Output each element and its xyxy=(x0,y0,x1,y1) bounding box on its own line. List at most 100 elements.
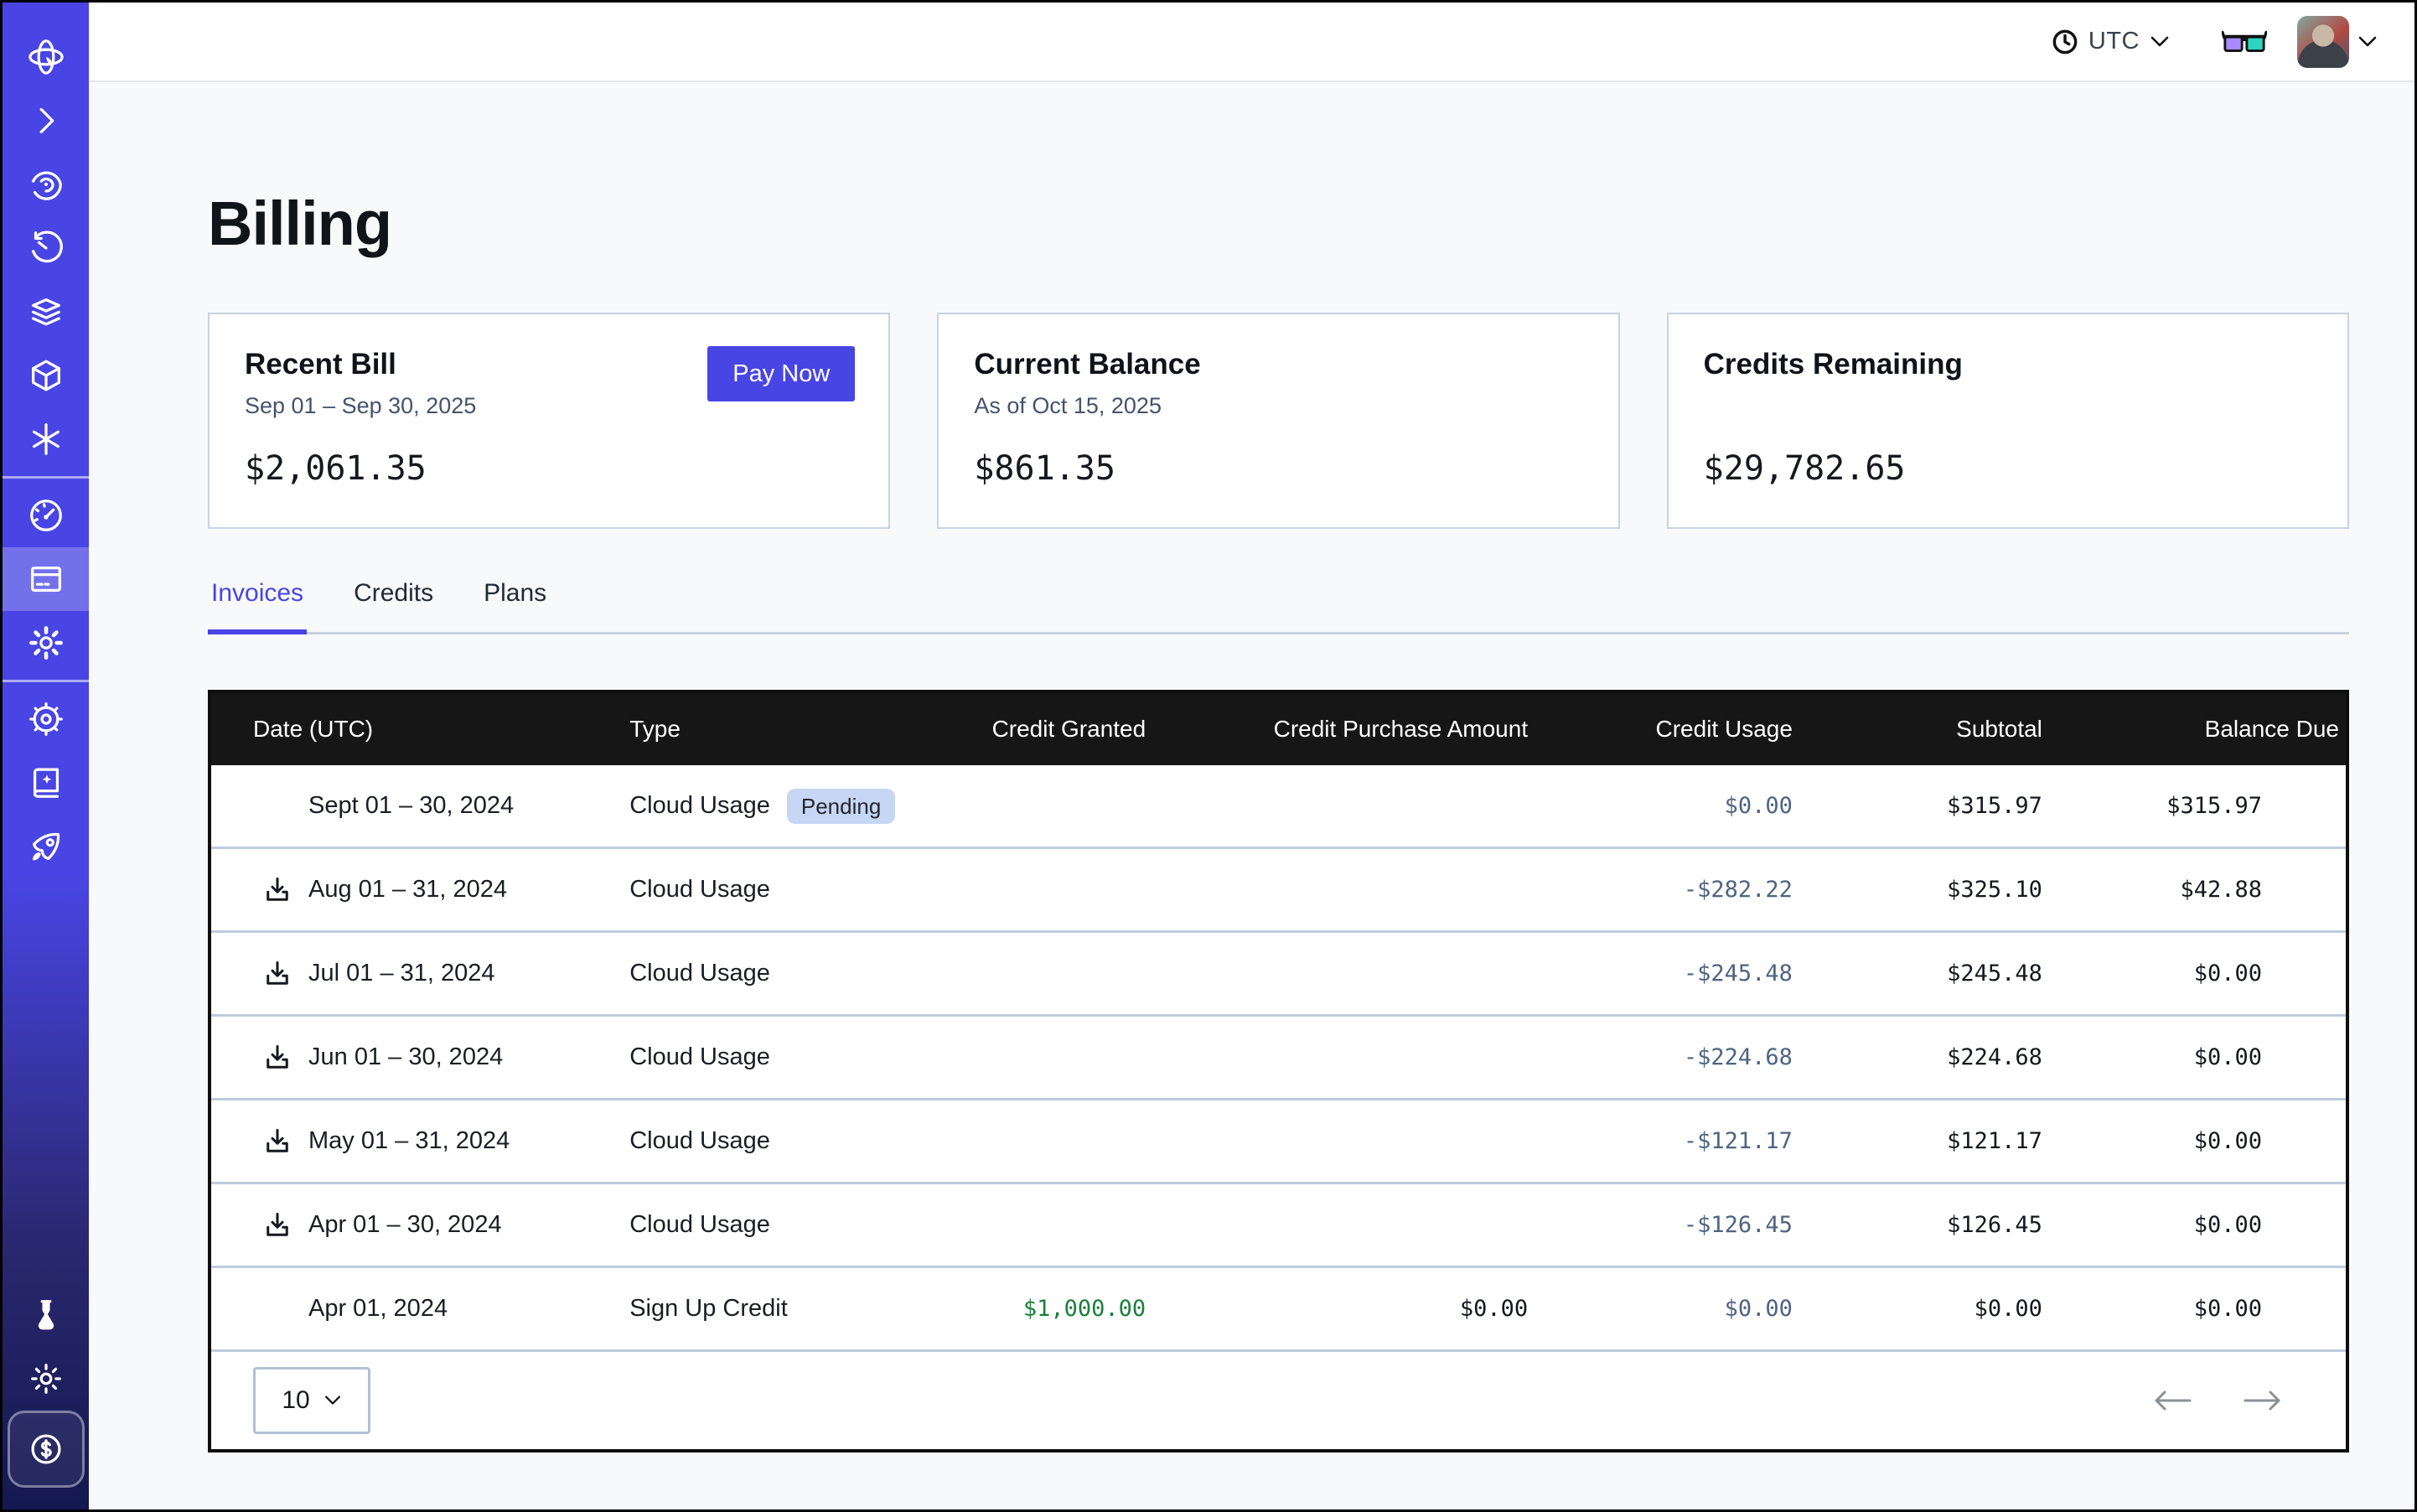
credit-purchase-value: $0.00 xyxy=(1152,1267,1535,1350)
sidebar-item-usage[interactable] xyxy=(3,484,89,547)
rocket-icon xyxy=(27,827,65,866)
table-row: Apr 01, 2024Sign Up Credit$1,000.00$0.00… xyxy=(211,1267,2346,1350)
column-header: Subtotal xyxy=(1799,693,2049,765)
sidebar-item-settings[interactable] xyxy=(3,611,89,675)
sidebar xyxy=(3,3,89,1509)
column-header: Credit Purchase Amount xyxy=(1152,693,1535,765)
card-amount: $861.35 xyxy=(974,449,1582,488)
recent-bill-card: Recent Bill Sep 01 – Sep 30, 2025 $2,061… xyxy=(208,313,890,529)
summary-cards: Recent Bill Sep 01 – Sep 30, 2025 $2,061… xyxy=(208,313,2349,529)
sidebar-item-expand[interactable] xyxy=(3,89,89,153)
credit-purchase-value xyxy=(1152,1100,1535,1183)
balance-due-value: $42.88 xyxy=(2049,848,2346,932)
invoice-date: Jun 01 – 30, 2024 xyxy=(308,1043,503,1071)
sidebar-item-labs[interactable] xyxy=(3,1283,89,1347)
timezone-label: UTC xyxy=(2088,28,2140,55)
app-logo[interactable] xyxy=(3,25,89,89)
subtotal-value: $245.48 xyxy=(1799,932,2049,1016)
gear-icon xyxy=(27,624,65,662)
invoice-type: Cloud Usage xyxy=(629,792,770,820)
invoice-type: Sign Up Credit xyxy=(629,1295,788,1323)
sidebar-item-deploy[interactable] xyxy=(3,344,89,407)
balance-due-value: $0.00 xyxy=(2049,932,2346,1016)
card-amount: $29,782.65 xyxy=(1704,449,2312,488)
invoice-date: Jul 01 – 31, 2024 xyxy=(308,960,495,987)
credit-granted-value xyxy=(918,848,1152,932)
credit-usage-value: -$245.48 xyxy=(1535,932,1799,1016)
sun-icon xyxy=(27,1359,65,1398)
sidebar-item-observe[interactable] xyxy=(3,153,89,216)
billing-card-icon xyxy=(27,560,65,598)
tab-invoices[interactable]: Invoices xyxy=(208,579,307,634)
table-row: May 01 – 31, 2024Cloud Usage-$121.17$121… xyxy=(211,1100,2346,1183)
sidebar-item-getting-started[interactable] xyxy=(3,815,89,878)
credit-purchase-value xyxy=(1152,848,1535,932)
column-header: Credit Granted xyxy=(918,693,1152,765)
invoice-type: Cloud Usage xyxy=(629,1043,770,1071)
pay-now-button[interactable]: Pay Now xyxy=(707,346,855,401)
app-window: UTC Billing Recent xyxy=(0,0,2417,1512)
tab-plans[interactable]: Plans xyxy=(480,579,550,634)
download-icon xyxy=(262,1126,292,1157)
download-invoice-button[interactable] xyxy=(260,956,295,992)
chevron-down-icon xyxy=(2150,35,2170,49)
sidebar-item-functions[interactable] xyxy=(3,407,89,471)
spiral-icon xyxy=(27,165,65,204)
invoice-date: Sept 01 – 30, 2024 xyxy=(308,792,514,820)
avatar xyxy=(2297,16,2349,68)
page-size-value: 10 xyxy=(282,1386,309,1415)
invoice-type: Cloud Usage xyxy=(629,876,770,904)
credit-usage-value: $0.00 xyxy=(1535,765,1799,848)
sidebar-item-rewards[interactable] xyxy=(8,1411,85,1488)
next-page-button[interactable] xyxy=(2244,1387,2282,1414)
download-invoice-button[interactable] xyxy=(260,1040,295,1075)
asterisk-icon xyxy=(27,420,65,458)
flask-icon xyxy=(27,1296,65,1334)
glasses-icon[interactable] xyxy=(2222,28,2267,56)
page-size-select[interactable]: 10 xyxy=(253,1367,370,1434)
invoice-date: Apr 01, 2024 xyxy=(308,1295,448,1323)
card-amount: $2,061.35 xyxy=(245,449,853,488)
invoice-date: Aug 01 – 31, 2024 xyxy=(308,876,507,904)
timezone-selector[interactable]: UTC xyxy=(2052,28,2170,55)
sidebar-item-layers[interactable] xyxy=(3,280,89,344)
chevron-right-icon xyxy=(27,101,65,140)
main-area: UTC Billing Recent xyxy=(89,3,2414,1509)
credit-purchase-value xyxy=(1152,932,1535,1016)
download-icon xyxy=(262,959,292,989)
prev-page-button[interactable] xyxy=(2153,1387,2192,1414)
column-header: Date (UTC) xyxy=(211,693,629,765)
credit-purchase-value xyxy=(1152,1183,1535,1267)
sidebar-item-history[interactable] xyxy=(3,216,89,280)
column-header: Type xyxy=(629,693,918,765)
download-invoice-button[interactable] xyxy=(260,1208,295,1243)
card-subtitle: As of Oct 15, 2025 xyxy=(974,393,1582,421)
pagination-bar: 10 xyxy=(211,1349,2346,1449)
current-balance-card: Current Balance As of Oct 15, 2025 $861.… xyxy=(937,313,1619,529)
column-header: Balance Due xyxy=(2049,693,2346,765)
credit-usage-value: -$282.22 xyxy=(1535,848,1799,932)
sidebar-item-docs[interactable] xyxy=(3,751,89,815)
logo-orbit-icon xyxy=(27,38,65,76)
invoice-date: May 01 – 31, 2024 xyxy=(308,1127,510,1155)
sidebar-item-billing[interactable] xyxy=(3,547,89,611)
subtotal-value: $121.17 xyxy=(1799,1100,2049,1183)
download-invoice-button[interactable] xyxy=(260,1124,295,1159)
download-invoice-button[interactable] xyxy=(260,873,295,908)
user-menu[interactable] xyxy=(2297,16,2378,68)
table-row: Sept 01 – 30, 2024Cloud UsagePending$0.0… xyxy=(211,765,2346,848)
layers-icon xyxy=(27,293,65,331)
card-title: Credits Remaining xyxy=(1704,348,2312,381)
table-row: Jun 01 – 30, 2024Cloud Usage-$224.68$224… xyxy=(211,1016,2346,1100)
helm-icon xyxy=(27,700,65,738)
sidebar-item-theme[interactable] xyxy=(3,1347,89,1411)
sidebar-item-support[interactable] xyxy=(3,687,89,751)
subtotal-value: $315.97 xyxy=(1799,765,2049,848)
download-icon xyxy=(262,1043,292,1073)
tab-credits[interactable]: Credits xyxy=(350,579,437,634)
table-row: Aug 01 – 31, 2024Cloud Usage-$282.22$325… xyxy=(211,848,2346,932)
column-header: Credit Usage xyxy=(1535,693,1799,765)
credit-granted-value xyxy=(918,932,1152,1016)
balance-due-value: $0.00 xyxy=(2049,1016,2346,1100)
book-sparkle-icon xyxy=(27,764,65,802)
